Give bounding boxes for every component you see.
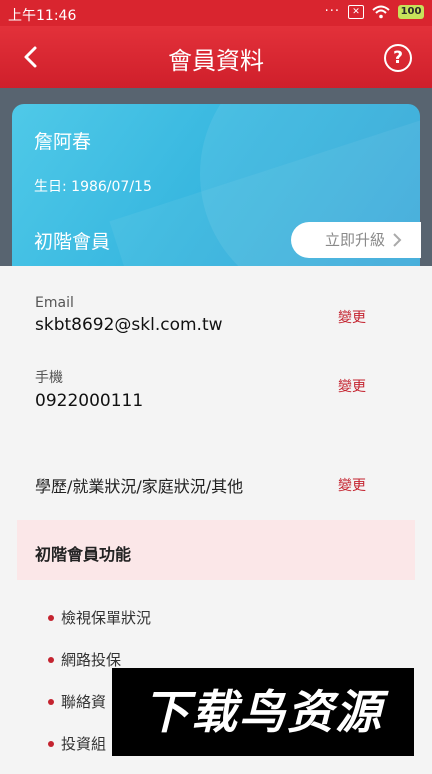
change-other-info-button[interactable]: 變更 [338,475,366,495]
phone-label: 手機 [35,370,63,386]
member-level: 初階會員 [34,231,111,253]
phone-field: 手機 0922000111 [35,367,143,411]
status-icons: ··· ✕ 100 [325,4,424,19]
wifi-icon [372,5,390,18]
other-info-label: 學歷/就業狀況/家庭狀況/其他 [35,477,244,496]
help-icon[interactable]: ? [384,44,412,72]
member-birthday: 生日: 1986/07/15 [34,179,152,195]
upgrade-button[interactable]: 立即升級 [291,222,421,258]
function-item-label: 檢視保單狀況 [61,609,152,627]
bullet-icon [48,699,54,705]
watermark-overlay: 下载鸟资源 [112,668,414,756]
page-title: 會員資料 [168,47,264,75]
member-name: 詹阿春 [34,131,92,153]
member-functions-header: 初階會員功能 [17,520,415,580]
status-time: 上午11:46 [8,8,77,24]
bullet-icon [48,615,54,621]
function-item-label: 網路投保 [61,651,122,669]
bullet-icon [48,741,54,747]
phone-value: 0922000111 [35,391,144,411]
section-title: 初階會員功能 [35,545,132,564]
upgrade-label: 立即升級 [325,231,386,249]
email-value: skbt8692@skl.com.tw [35,315,223,335]
function-item-policy-status[interactable]: 檢視保單狀況 [48,606,151,648]
bullet-icon [48,657,54,663]
function-item-label: 投資組 [61,735,107,753]
no-sim-icon: ✕ [348,4,364,19]
chevron-right-icon [393,233,402,247]
status-bar: 上午11:46 ··· ✕ 100 [0,0,432,26]
email-field: Email skbt8692@skl.com.tw [35,295,223,335]
change-email-button[interactable]: 變更 [338,307,366,327]
function-item-label: 聯絡資 [61,693,107,711]
app-header: 會員資料 ? [0,26,432,88]
more-dots-icon: ··· [324,4,340,19]
battery-icon: 100 [398,4,424,19]
change-phone-button[interactable]: 變更 [338,376,366,396]
email-label: Email [35,295,74,311]
